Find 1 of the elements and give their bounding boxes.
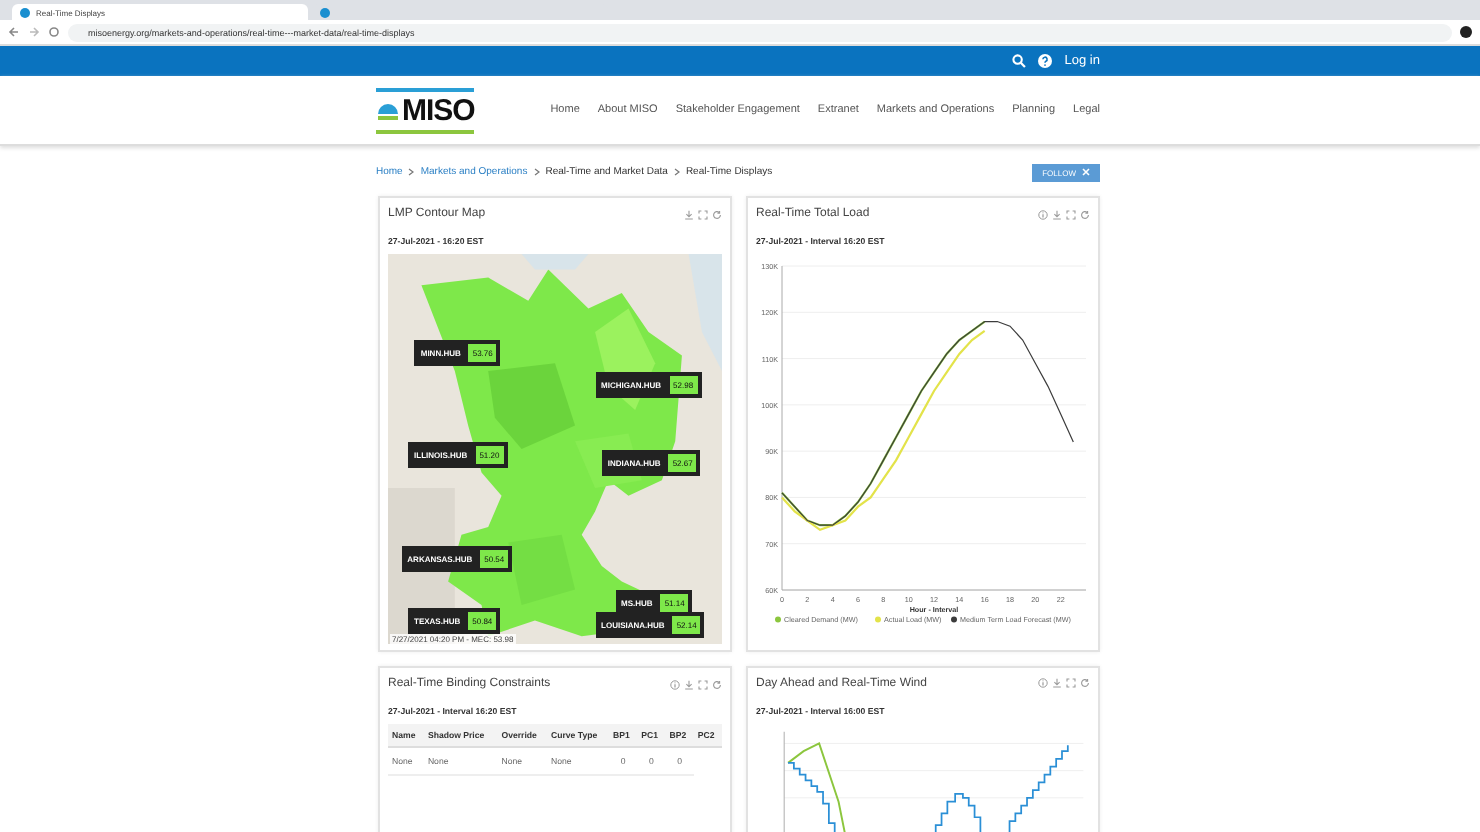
logo[interactable]: MISO xyxy=(376,87,475,133)
